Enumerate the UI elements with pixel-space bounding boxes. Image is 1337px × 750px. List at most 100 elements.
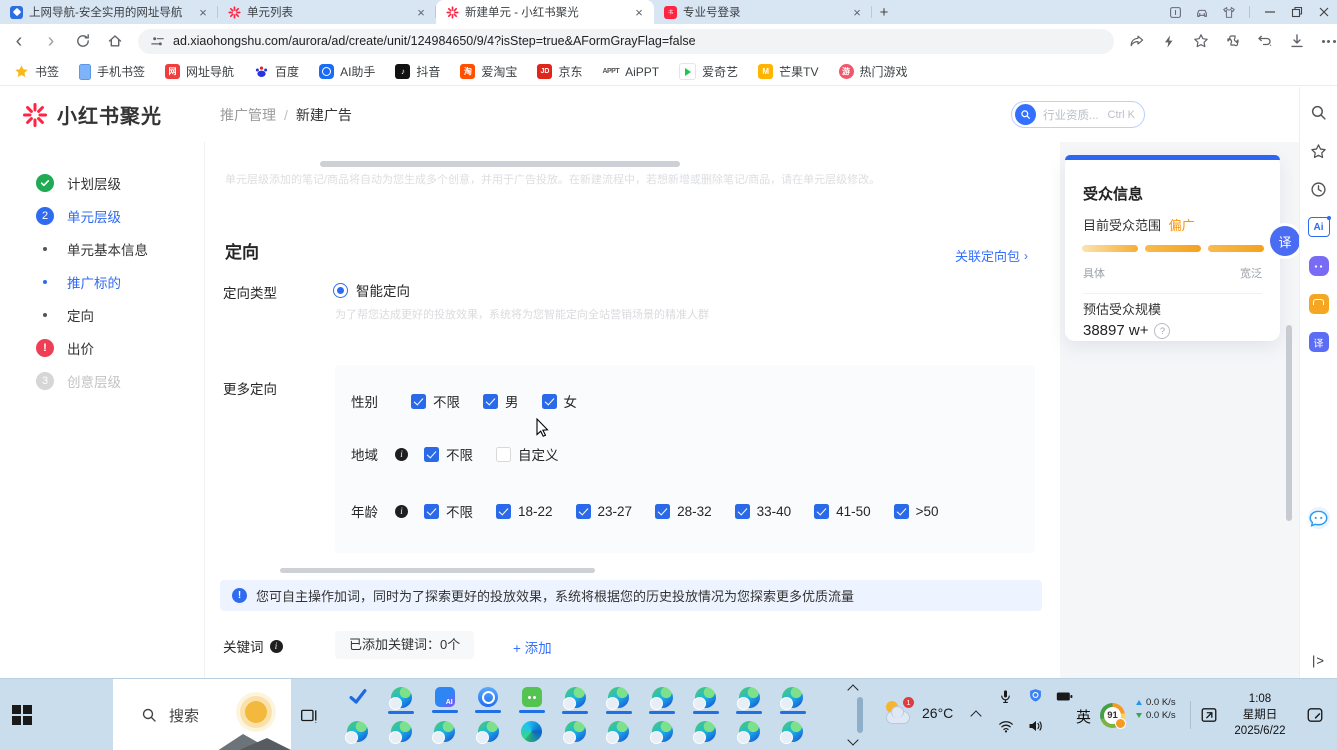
taskbar-edge-profile-icon[interactable]: [554, 721, 598, 742]
breadcrumb-parent[interactable]: 推广管理: [220, 105, 276, 125]
checkbox-checked-icon[interactable]: [424, 447, 439, 462]
screen-capture-icon[interactable]: [1200, 706, 1218, 724]
taskbar-edge-profile-icon[interactable]: [641, 687, 685, 714]
taskbar-edge-profile-icon[interactable]: [467, 721, 511, 742]
taskbar-edge-profile-icon[interactable]: [597, 687, 641, 714]
address-bar[interactable]: ad.xiaohongshu.com/aurora/ad/create/unit…: [138, 29, 1114, 54]
taskbar-quark-icon[interactable]: [467, 687, 511, 714]
bookmark-item-1[interactable]: 手机书签: [79, 63, 145, 80]
checkbox-option[interactable]: 41-50: [814, 504, 871, 519]
rail-favorites-icon[interactable]: [1308, 140, 1330, 162]
taskbar-edge-profile-icon[interactable]: [380, 687, 424, 714]
radio-selected-icon[interactable]: [333, 283, 348, 298]
back-button[interactable]: ‹: [6, 28, 32, 54]
forward-button[interactable]: ›: [38, 28, 64, 54]
app-logo[interactable]: 小红书聚光: [22, 100, 162, 129]
taskbar-edge-profile-icon[interactable]: [728, 687, 772, 714]
task-view-button[interactable]: [300, 707, 318, 725]
bookmark-item-11[interactable]: 游热门游戏: [839, 63, 908, 80]
rail-games-icon[interactable]: [1308, 255, 1330, 277]
bookmark-item-0[interactable]: 书签: [14, 63, 59, 80]
menu-dots-button[interactable]: [1320, 33, 1337, 50]
rail-history-icon[interactable]: [1308, 178, 1330, 200]
speaker-icon[interactable]: [1028, 719, 1044, 735]
checkbox-checked-icon[interactable]: [483, 394, 498, 409]
rail-translate-icon[interactable]: 译: [1308, 331, 1330, 353]
network-speed[interactable]: 0.0 K/s 0.0 K/s: [1136, 696, 1176, 722]
app-car-icon[interactable]: [1195, 5, 1209, 19]
step-item-2[interactable]: 单元基本信息: [0, 232, 204, 265]
checkbox-option[interactable]: 33-40: [735, 504, 792, 519]
keywords-add-button[interactable]: + 添加: [513, 637, 552, 657]
search-highlight-art[interactable]: [217, 699, 289, 750]
checkbox-option[interactable]: >50: [894, 504, 939, 519]
rail-collapse-button[interactable]: |>: [1308, 649, 1330, 671]
checkbox-checked-icon[interactable]: [411, 394, 426, 409]
notification-center-icon[interactable]: [1306, 706, 1324, 724]
info-icon[interactable]: i: [270, 640, 283, 653]
home-button[interactable]: [102, 28, 128, 54]
step-item-4[interactable]: 定向: [0, 298, 204, 331]
taskbar-ai2345-icon[interactable]: AI: [423, 687, 467, 714]
restore-icon[interactable]: [1290, 5, 1304, 19]
browser-tab-0[interactable]: 上网导航-安全实用的网址导航×: [0, 0, 218, 24]
step-item-6[interactable]: 3创意层级: [0, 364, 204, 397]
taskbar-search[interactable]: 搜索: [113, 679, 291, 750]
targeting-package-link[interactable]: 关联定向包 ›: [955, 246, 1028, 265]
rail-ai-badge-icon[interactable]: Ai: [1308, 216, 1330, 238]
microphone-icon[interactable]: [998, 689, 1014, 705]
info-icon[interactable]: i: [395, 505, 408, 518]
browser-tab-2[interactable]: 新建单元 - 小红书聚光×: [436, 0, 654, 24]
step-item-3[interactable]: 推广标的: [0, 265, 204, 298]
bookmark-item-4[interactable]: AI助手: [319, 63, 375, 80]
bolt-button[interactable]: [1160, 33, 1177, 50]
hidden-icons-chevron[interactable]: [970, 710, 981, 721]
scroll-thumb[interactable]: [857, 697, 863, 733]
rail-chat-icon[interactable]: [1308, 507, 1330, 529]
browser-tab-3[interactable]: 书专业号登录×: [654, 0, 872, 24]
weather-widget[interactable]: 1 26°C: [884, 699, 953, 727]
history-button[interactable]: [1256, 33, 1273, 50]
checkbox-option[interactable]: 女: [542, 391, 578, 411]
scroll-up-icon[interactable]: [847, 684, 858, 695]
taskbar-edge-profile-icon[interactable]: [684, 721, 728, 742]
bookmark-item-3[interactable]: 百度: [254, 63, 299, 80]
minimize-icon[interactable]: [1263, 5, 1277, 19]
bookmark-item-6[interactable]: 淘爱淘宝: [460, 63, 517, 80]
share-button[interactable]: [1128, 33, 1145, 50]
new-tab-button[interactable]: +: [872, 0, 896, 24]
battery-icon[interactable]: [1056, 690, 1072, 706]
checkbox-checked-icon[interactable]: [894, 504, 909, 519]
tab-close-icon[interactable]: ×: [850, 5, 864, 20]
taskbar-edge-profile-icon[interactable]: [597, 721, 641, 742]
checkbox-checked-icon[interactable]: [496, 504, 511, 519]
site-permissions-icon[interactable]: [150, 34, 165, 49]
rail-search-icon[interactable]: [1308, 101, 1330, 123]
close-icon[interactable]: [1317, 5, 1331, 19]
puzzle-button[interactable]: [1224, 33, 1241, 50]
security-score-ball[interactable]: 91: [1100, 703, 1125, 728]
checkbox-option[interactable]: 不限: [424, 444, 473, 464]
bookmark-item-7[interactable]: JD京东: [537, 63, 582, 80]
checkbox-option[interactable]: 不限: [424, 501, 473, 521]
rail-toolbox-icon[interactable]: [1308, 293, 1330, 315]
translate-float-button[interactable]: 译: [1270, 226, 1300, 256]
start-button[interactable]: [12, 705, 32, 725]
taskbar-edge-profile-icon[interactable]: [554, 687, 598, 714]
taskbar-edge-profile-icon[interactable]: [380, 721, 424, 742]
tab-close-icon[interactable]: ×: [632, 5, 646, 20]
download-button[interactable]: [1288, 33, 1305, 50]
app-box-icon[interactable]: [1168, 5, 1182, 19]
wifi-icon[interactable]: [998, 719, 1014, 735]
horizontal-scrollbar-bottom[interactable]: [280, 568, 595, 573]
step-item-1[interactable]: 2单元层级: [0, 199, 204, 232]
bookmark-item-9[interactable]: 爱奇艺: [679, 63, 738, 80]
checkbox-option[interactable]: 18-22: [496, 504, 553, 519]
taskbar-edge-profile-icon[interactable]: [684, 687, 728, 714]
taskbar-edge-logo-icon[interactable]: [510, 721, 554, 742]
taskbar-edge-profile-icon[interactable]: [336, 721, 380, 742]
checkbox-checked-icon[interactable]: [542, 394, 557, 409]
security-shield-icon[interactable]: [1028, 688, 1044, 704]
url-text[interactable]: ad.xiaohongshu.com/aurora/ad/create/unit…: [173, 34, 696, 48]
bookmark-item-10[interactable]: M芒果TV: [758, 63, 818, 80]
